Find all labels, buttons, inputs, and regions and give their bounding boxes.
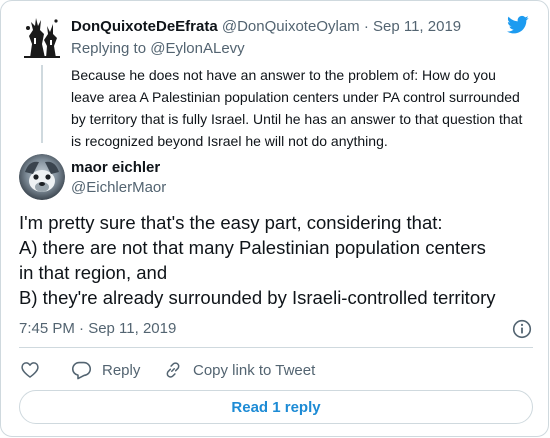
link-icon [163, 360, 183, 380]
tweet-text-line: I'm pretty sure that's the easy part, co… [19, 212, 443, 233]
replying-to-line: Replying to @EylonALevy [71, 39, 245, 59]
thread-connector-line [41, 65, 43, 143]
reply-button[interactable]: Reply [71, 359, 140, 381]
divider [19, 347, 533, 348]
parent-date[interactable]: Sep 11, 2019 [373, 18, 461, 35]
reply-icon [71, 360, 92, 380]
parent-tweet-text: Because he does not have an answer to th… [71, 67, 523, 149]
replying-to-mention[interactable]: @EylonALevy [150, 40, 244, 57]
read-replies-button[interactable]: Read 1 reply [19, 390, 533, 424]
parent-tweet: DonQuixoteDeEfrata @DonQuixoteOylam · Se… [1, 1, 548, 151]
tweet-embed-card: DonQuixoteDeEfrata @DonQuixoteOylam · Se… [0, 0, 549, 437]
author-name[interactable]: maor eichler [71, 158, 160, 178]
copy-link-button[interactable]: Copy link to Tweet [163, 359, 315, 381]
parent-header: DonQuixoteDeEfrata @DonQuixoteOylam · Se… [71, 17, 461, 37]
parent-avatar[interactable] [22, 14, 62, 60]
twitter-bird-icon[interactable] [507, 15, 529, 35]
tweet-timestamp[interactable]: 7:45 PM · Sep 11, 2019 [19, 319, 176, 339]
tweet-text-line: A) there are not that many Palestinian p… [19, 237, 486, 258]
parent-author-name[interactable]: DonQuixoteDeEfrata [71, 18, 218, 35]
author-avatar[interactable] [19, 154, 65, 200]
parent-separator: · [363, 18, 369, 35]
reply-label: Reply [102, 361, 141, 379]
replying-to-prefix: Replying to [71, 40, 147, 57]
like-button[interactable] [20, 359, 40, 381]
tweet-text: I'm pretty sure that's the easy part, co… [19, 210, 539, 310]
info-icon[interactable] [512, 319, 532, 339]
tweet-text-line: in that region, and [19, 262, 168, 283]
author-handle[interactable]: @EichlerMaor [71, 178, 166, 198]
tweet-text-line: B) they're already surrounded by Israeli… [19, 287, 496, 308]
heart-icon [20, 360, 40, 380]
parent-author-handle[interactable]: @DonQuixoteOylam [222, 18, 360, 35]
copy-link-label: Copy link to Tweet [193, 361, 316, 379]
